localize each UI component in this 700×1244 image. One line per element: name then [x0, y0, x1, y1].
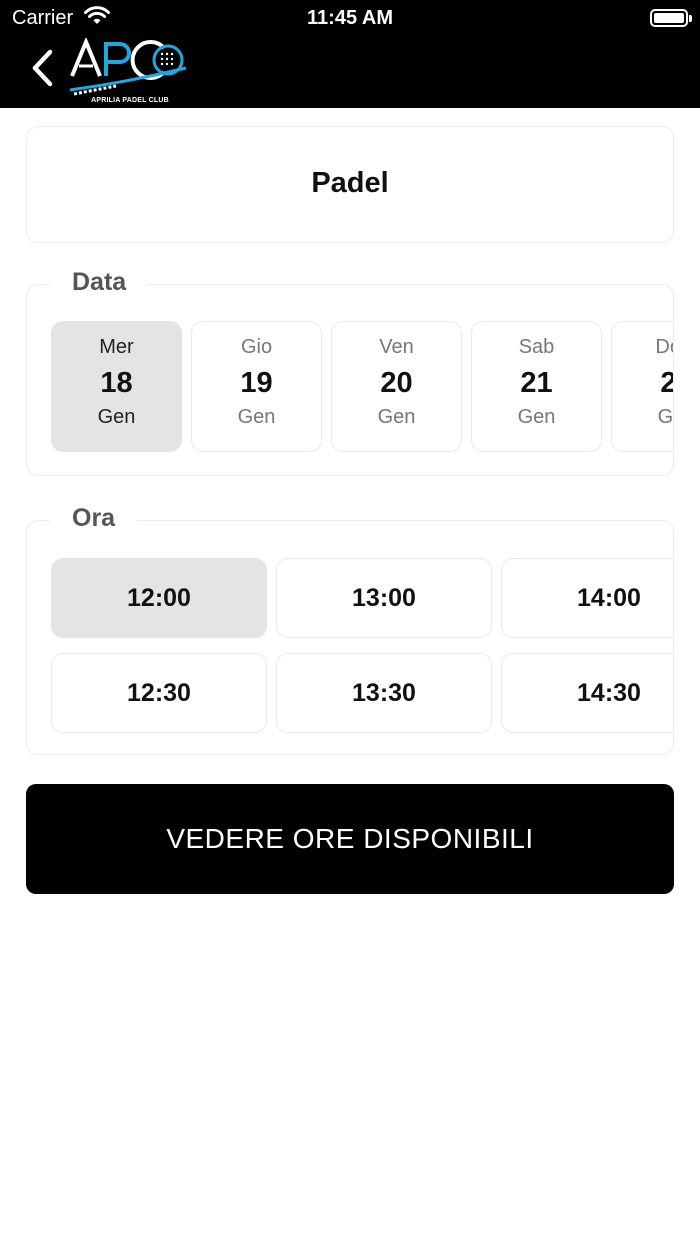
date-day: 22 [612, 367, 673, 400]
date-section-label: Data [50, 268, 149, 297]
apc-logo-icon [69, 36, 187, 96]
date-day: 18 [100, 367, 133, 399]
date-month: Gen [377, 406, 416, 428]
date-tile[interactable]: Ven 20 Gen [331, 321, 462, 452]
top-bar: Carrier 11:45 AM APRILIA PADEL CLUB [0, 0, 700, 108]
time-slot[interactable]: 14:00 [501, 558, 673, 638]
date-card: Mer 18 Gen Gio 19 Gen Ven 20 Gen Sab 21 … [26, 284, 674, 476]
date-day: 19 [240, 367, 273, 399]
time-card: 12:00 13:00 14:00 12:30 13:30 14:30 [26, 520, 674, 755]
date-tile[interactable]: Sab 21 Gen [471, 321, 602, 452]
date-tile[interactable]: Dom 22 Gen [611, 321, 674, 452]
see-available-times-button[interactable]: VEDERE ORE DISPONIBILI [26, 784, 674, 894]
time-slot[interactable]: 13:00 [276, 558, 492, 638]
time-section-label: Ora [50, 504, 138, 533]
back-button[interactable] [28, 48, 58, 88]
date-weekday: Dom [655, 336, 673, 358]
logo-caption: APRILIA PADEL CLUB [91, 97, 169, 104]
date-month: Gen [517, 406, 556, 428]
sport-title: Padel [311, 167, 389, 199]
date-tile[interactable]: Gio 19 Gen [191, 321, 322, 452]
date-carousel[interactable]: Mer 18 Gen Gio 19 Gen Ven 20 Gen Sab 21 … [51, 321, 674, 452]
status-bar: Carrier 11:45 AM [0, 0, 700, 36]
time-slot-grid[interactable]: 12:00 13:00 14:00 12:30 13:30 14:30 [51, 558, 673, 733]
time-slot[interactable]: 13:30 [276, 653, 492, 733]
battery-icon [650, 9, 692, 27]
status-time: 11:45 AM [307, 7, 393, 29]
date-day: 20 [380, 367, 413, 399]
time-slot[interactable]: 12:30 [51, 653, 267, 733]
date-weekday: Ven [379, 336, 414, 358]
time-slot[interactable]: 14:30 [501, 653, 673, 733]
club-logo: APRILIA PADEL CLUB [68, 36, 192, 106]
date-tile[interactable]: Mer 18 Gen [51, 321, 182, 452]
time-slot[interactable]: 12:00 [51, 558, 267, 638]
date-weekday: Sab [518, 336, 555, 358]
sport-card[interactable]: Padel [26, 126, 674, 243]
date-weekday: Gio [240, 336, 273, 358]
date-month: Gen [657, 406, 674, 428]
date-day: 21 [520, 367, 553, 399]
date-month: Gen [97, 406, 136, 428]
date-weekday: Mer [99, 336, 134, 358]
chevron-left-icon [32, 49, 53, 87]
date-month: Gen [237, 406, 276, 428]
